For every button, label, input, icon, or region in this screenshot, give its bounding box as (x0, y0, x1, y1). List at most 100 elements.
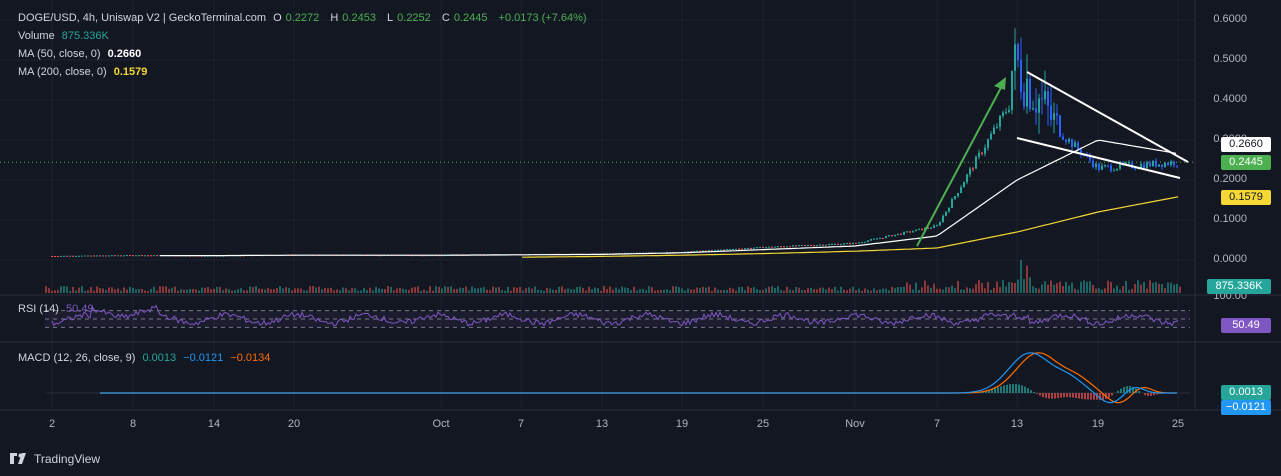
volume-bar (564, 289, 566, 293)
candle (144, 255, 146, 257)
volume-bar (384, 289, 386, 293)
volume-bar (117, 288, 119, 293)
rsi-value: 50.49 (66, 303, 94, 315)
candle (765, 247, 767, 249)
candle (717, 249, 719, 251)
volume-bar (816, 289, 818, 293)
candle (918, 228, 920, 230)
macd-histogram-bar (1120, 388, 1122, 393)
volume-bar (879, 289, 881, 293)
volume-bar (249, 286, 251, 293)
macd-histogram-bar (1033, 391, 1035, 393)
candle (888, 235, 890, 237)
volume-bar (927, 285, 929, 293)
volume-bar (861, 290, 863, 293)
volume-bar (1083, 280, 1085, 293)
candle (819, 244, 821, 246)
volume-bar (573, 289, 575, 293)
candle (801, 245, 803, 247)
time-tick-label: 19 (675, 418, 689, 430)
volume-bar (510, 290, 512, 293)
volume-bar (705, 287, 707, 293)
volume-bar (198, 290, 200, 293)
volume-bar (459, 287, 461, 293)
candle (849, 243, 851, 245)
volume-bar (1149, 280, 1151, 293)
volume-bar (336, 289, 338, 293)
volume-bar (891, 286, 893, 293)
volume-bar (579, 286, 581, 293)
candle (1116, 168, 1118, 171)
volume-bar (936, 288, 938, 293)
candle (738, 248, 740, 250)
volume-bar (450, 286, 452, 293)
candle (72, 255, 74, 257)
candle (1002, 112, 1004, 116)
volume-bar (666, 289, 668, 293)
volume-bar (456, 288, 458, 293)
volume-bar (195, 289, 197, 293)
candle (1110, 165, 1112, 171)
volume-bar (312, 286, 314, 293)
volume-bar (867, 289, 869, 293)
volume-bar (813, 289, 815, 293)
volume-label: Volume (18, 30, 55, 42)
candle (879, 238, 881, 240)
volume-bar (1062, 286, 1064, 293)
volume-bar (354, 288, 356, 293)
candle (846, 243, 848, 245)
volume-bar (192, 288, 194, 293)
macd-histogram-bar (1123, 387, 1125, 393)
volume-bar (939, 288, 941, 293)
volume-bar (144, 290, 146, 293)
candle (813, 245, 815, 247)
candle (771, 246, 773, 248)
volume-bar (1170, 282, 1172, 293)
volume-bar (693, 289, 695, 293)
candle (1077, 142, 1079, 150)
volume-bar (1035, 287, 1037, 293)
volume-bar (1029, 277, 1031, 293)
volume-bar (945, 287, 947, 293)
volume-bar (75, 290, 77, 293)
rsi-label: RSI (14) (18, 303, 59, 315)
candle (852, 242, 854, 244)
ma50-label: MA (50, close, 0) (18, 48, 101, 60)
volume-bar (711, 290, 713, 293)
volume-bar (150, 288, 152, 293)
candle (1071, 139, 1073, 148)
volume-bar (756, 289, 758, 293)
volume-bar (957, 280, 959, 293)
candle (906, 231, 908, 233)
candle (135, 255, 137, 257)
candle (969, 168, 971, 175)
candle (60, 255, 62, 257)
volume-bar (978, 280, 980, 293)
volume-bar (525, 288, 527, 293)
candle (723, 249, 725, 251)
candle (1032, 108, 1034, 110)
macd-histogram-bar (997, 387, 999, 393)
volume-bar (771, 286, 773, 293)
volume-bar (243, 290, 245, 293)
volume-bar (363, 287, 365, 293)
macd-histogram-bar (1000, 386, 1002, 393)
volume-bar (954, 288, 956, 293)
volume-bar (828, 287, 830, 293)
volume-bar (81, 286, 83, 293)
volume-bar (933, 283, 935, 293)
candle (834, 243, 836, 245)
time-tick-label: Nov (845, 418, 865, 430)
candle (147, 255, 149, 257)
volume-bar (1056, 283, 1058, 293)
volume-bar (69, 290, 71, 293)
volume-bar (174, 286, 176, 293)
candle (108, 255, 110, 257)
candle (1020, 60, 1022, 92)
footer[interactable]: TradingView (10, 452, 100, 466)
volume-bar (372, 290, 374, 293)
candle (1113, 170, 1115, 172)
volume-bar (315, 287, 317, 293)
volume-bar (84, 290, 86, 293)
volume-bar (1050, 280, 1052, 293)
